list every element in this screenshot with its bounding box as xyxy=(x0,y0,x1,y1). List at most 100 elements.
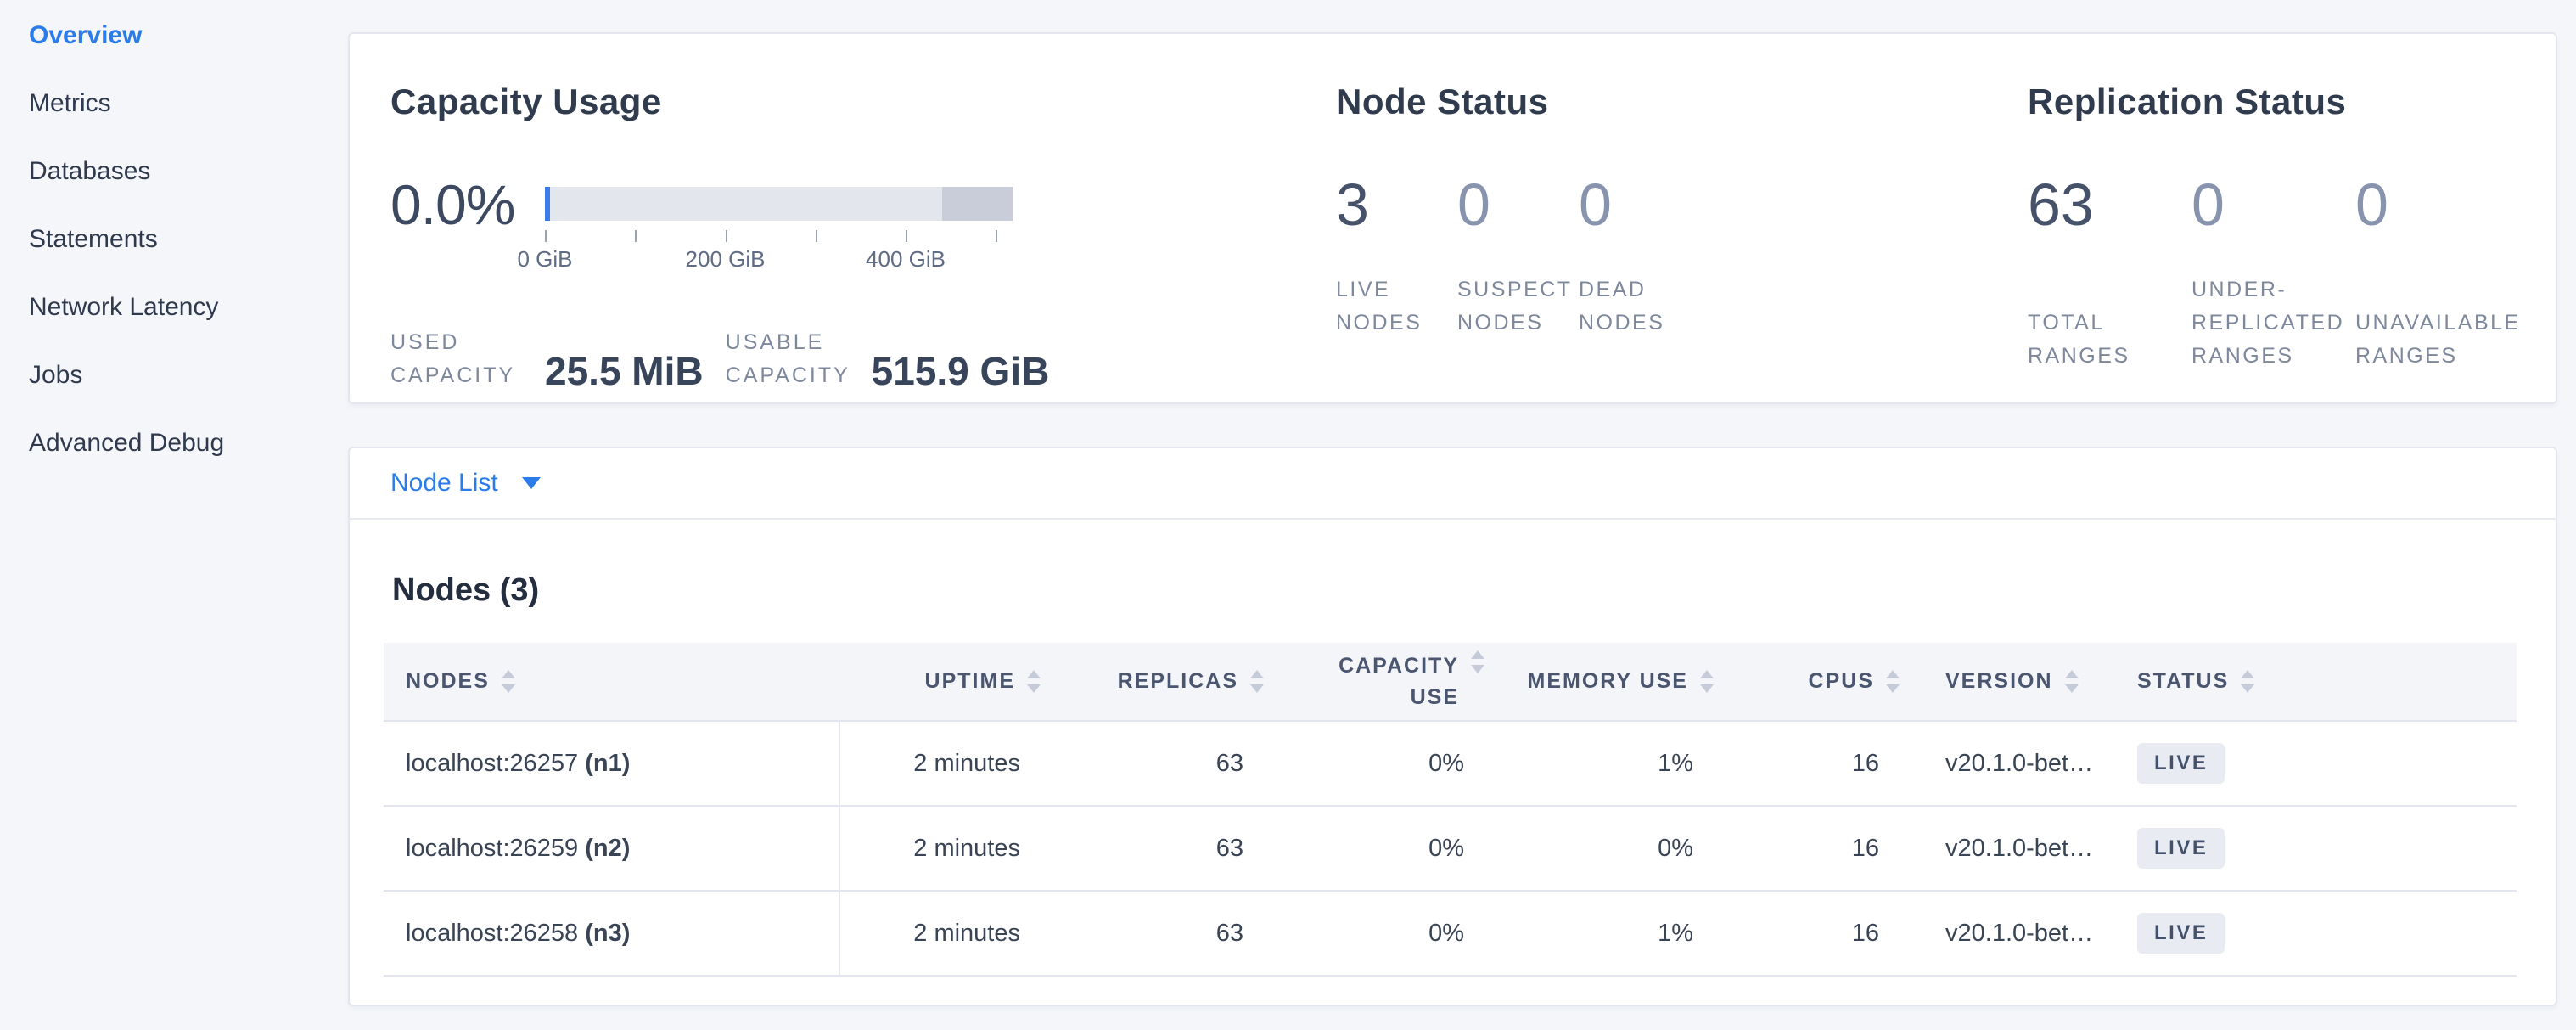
uptime-cell: 2 minutes xyxy=(839,891,1041,976)
nodes-table: NODES UPTIME REPLICAS xyxy=(384,643,2517,977)
chevron-down-icon xyxy=(522,477,541,489)
node-id: (n2) xyxy=(585,835,630,862)
column-label: CPUS xyxy=(1809,669,1874,694)
node-status-section: Node Status 3 0 0 LIVE NODES SUSPECT NOD… xyxy=(1336,34,2028,402)
table-row: localhost:26259 (n2) 2 minutes 63 0% 0% … xyxy=(384,806,2517,891)
cpus-cell: 16 xyxy=(1714,891,1900,976)
column-header-capacity-use[interactable]: CAPACITY USE xyxy=(1264,643,1484,721)
status-cell: LIVE xyxy=(2117,806,2517,891)
sort-icon xyxy=(1700,670,1714,693)
under-replicated-ranges-label: UNDER-REPLICATED RANGES xyxy=(2192,273,2355,372)
main-content: Capacity Usage 0.0% xyxy=(348,0,2576,1030)
nodes-section-title: Nodes (3) xyxy=(384,572,2517,609)
sidebar-item-metrics[interactable]: Metrics xyxy=(29,70,348,138)
column-header-cpus[interactable]: CPUS xyxy=(1714,643,1900,721)
version-cell: v20.1.0-bet… xyxy=(1900,806,2117,891)
capacity-use-cell: 0% xyxy=(1264,891,1484,976)
nodes-section: Nodes (3) NODES xyxy=(350,520,2556,977)
dead-nodes-value: 0 xyxy=(1579,175,1700,234)
sidebar: Overview Metrics Databases Statements Ne… xyxy=(0,0,348,1030)
axis-tick xyxy=(635,230,637,242)
status-badge: LIVE xyxy=(2137,743,2225,784)
column-header-memory-use[interactable]: MEMORY USE xyxy=(1484,643,1714,721)
column-label: VERSION xyxy=(1945,669,2053,694)
capacity-usage-title: Capacity Usage xyxy=(390,82,1336,122)
cpus-cell: 16 xyxy=(1714,806,1900,891)
capacity-usage-section: Capacity Usage 0.0% xyxy=(350,34,1336,402)
node-id: (n1) xyxy=(585,750,630,777)
sort-icon xyxy=(1886,670,1900,693)
node-address-cell[interactable]: localhost:26257 (n1) xyxy=(384,721,839,806)
axis-tick-label: 400 GiB xyxy=(866,246,946,273)
unavailable-ranges-label: UNAVAILABLE RANGES xyxy=(2355,307,2519,373)
capacity-bar-reserved xyxy=(942,187,1013,221)
capacity-summary: USED CAPACITY 25.5 MiB USABLE CAPACITY 5… xyxy=(390,326,1336,394)
suspect-nodes-value: 0 xyxy=(1457,175,1579,234)
axis-tick-label: 200 GiB xyxy=(686,246,766,273)
sort-icon xyxy=(1027,670,1041,693)
axis-tick-label: 0 GiB xyxy=(517,246,572,273)
cpus-cell: 16 xyxy=(1714,721,1900,806)
table-row: localhost:26257 (n1) 2 minutes 63 0% 1% … xyxy=(384,721,2517,806)
node-list-dropdown-label: Node List xyxy=(390,469,498,498)
capacity-usage-chart: 0.0% 0 GiB xyxy=(390,178,1336,273)
column-header-status[interactable]: STATUS xyxy=(2117,643,2517,721)
version-cell: v20.1.0-bet… xyxy=(1900,891,2117,976)
sort-icon xyxy=(502,670,515,693)
column-label: UPTIME xyxy=(925,669,1015,694)
sidebar-item-network-latency[interactable]: Network Latency xyxy=(29,273,348,341)
column-header-version[interactable]: VERSION xyxy=(1900,643,2117,721)
unavailable-ranges-value: 0 xyxy=(2355,175,2519,234)
live-nodes-value: 3 xyxy=(1336,175,1457,234)
axis-tick xyxy=(816,230,817,242)
replication-status-labels: TOTAL RANGES UNDER-REPLICATED RANGES UNA… xyxy=(2028,273,2556,372)
sidebar-item-overview[interactable]: Overview xyxy=(29,2,348,70)
capacity-bar xyxy=(545,187,1013,221)
uptime-cell: 2 minutes xyxy=(839,806,1041,891)
usable-capacity-value: 515.9 GiB xyxy=(872,348,1050,394)
sidebar-item-advanced-debug[interactable]: Advanced Debug xyxy=(29,409,348,477)
nodes-table-header: NODES UPTIME REPLICAS xyxy=(384,643,2517,721)
status-cell: LIVE xyxy=(2117,721,2517,806)
replicas-cell: 63 xyxy=(1041,806,1264,891)
sidebar-item-jobs[interactable]: Jobs xyxy=(29,341,348,409)
live-nodes-label: LIVE NODES xyxy=(1336,273,1457,340)
memory-use-cell: 0% xyxy=(1484,806,1714,891)
capacity-axis-labels: 0 GiB 200 GiB 400 GiB xyxy=(545,246,1013,273)
node-status-labels: LIVE NODES SUSPECT NODES DEAD NODES xyxy=(1336,273,2028,340)
node-list-card: Node List Nodes (3) NODES xyxy=(348,447,2557,1006)
status-cell: LIVE xyxy=(2117,891,2517,976)
sidebar-item-statements[interactable]: Statements xyxy=(29,205,348,273)
node-id: (n3) xyxy=(585,920,630,947)
node-list-dropdown[interactable]: Node List xyxy=(390,469,541,498)
under-replicated-ranges-value: 0 xyxy=(2192,175,2355,234)
replication-status-title: Replication Status xyxy=(2028,82,2556,122)
node-address-cell[interactable]: localhost:26258 (n3) xyxy=(384,891,839,976)
axis-tick xyxy=(996,230,997,242)
replicas-cell: 63 xyxy=(1041,721,1264,806)
used-capacity-value: 25.5 MiB xyxy=(545,348,704,394)
status-badge: LIVE xyxy=(2137,828,2225,869)
node-address: localhost:26259 xyxy=(406,835,578,862)
dead-nodes-label: DEAD NODES xyxy=(1579,273,1700,340)
node-list-dropdown-bar: Node List xyxy=(350,448,2556,520)
replicas-cell: 63 xyxy=(1041,891,1264,976)
node-status-title: Node Status xyxy=(1336,82,2028,122)
column-header-uptime[interactable]: UPTIME xyxy=(839,643,1041,721)
cluster-overview-card: Capacity Usage 0.0% xyxy=(348,32,2557,404)
sort-icon xyxy=(2065,670,2079,693)
column-label: STATUS xyxy=(2137,669,2229,694)
column-header-nodes[interactable]: NODES xyxy=(384,643,839,721)
capacity-use-cell: 0% xyxy=(1264,721,1484,806)
memory-use-cell: 1% xyxy=(1484,721,1714,806)
column-label: MEMORY USE xyxy=(1528,669,1688,694)
version-cell: v20.1.0-bet… xyxy=(1900,721,2117,806)
memory-use-cell: 1% xyxy=(1484,891,1714,976)
status-badge: LIVE xyxy=(2137,913,2225,954)
column-header-replicas[interactable]: REPLICAS xyxy=(1041,643,1264,721)
nodes-table-body: localhost:26257 (n1) 2 minutes 63 0% 1% … xyxy=(384,721,2517,976)
sidebar-item-databases[interactable]: Databases xyxy=(29,138,348,205)
table-row: localhost:26258 (n3) 2 minutes 63 0% 1% … xyxy=(384,891,2517,976)
sort-icon xyxy=(1471,650,1484,673)
node-address-cell[interactable]: localhost:26259 (n2) xyxy=(384,806,839,891)
